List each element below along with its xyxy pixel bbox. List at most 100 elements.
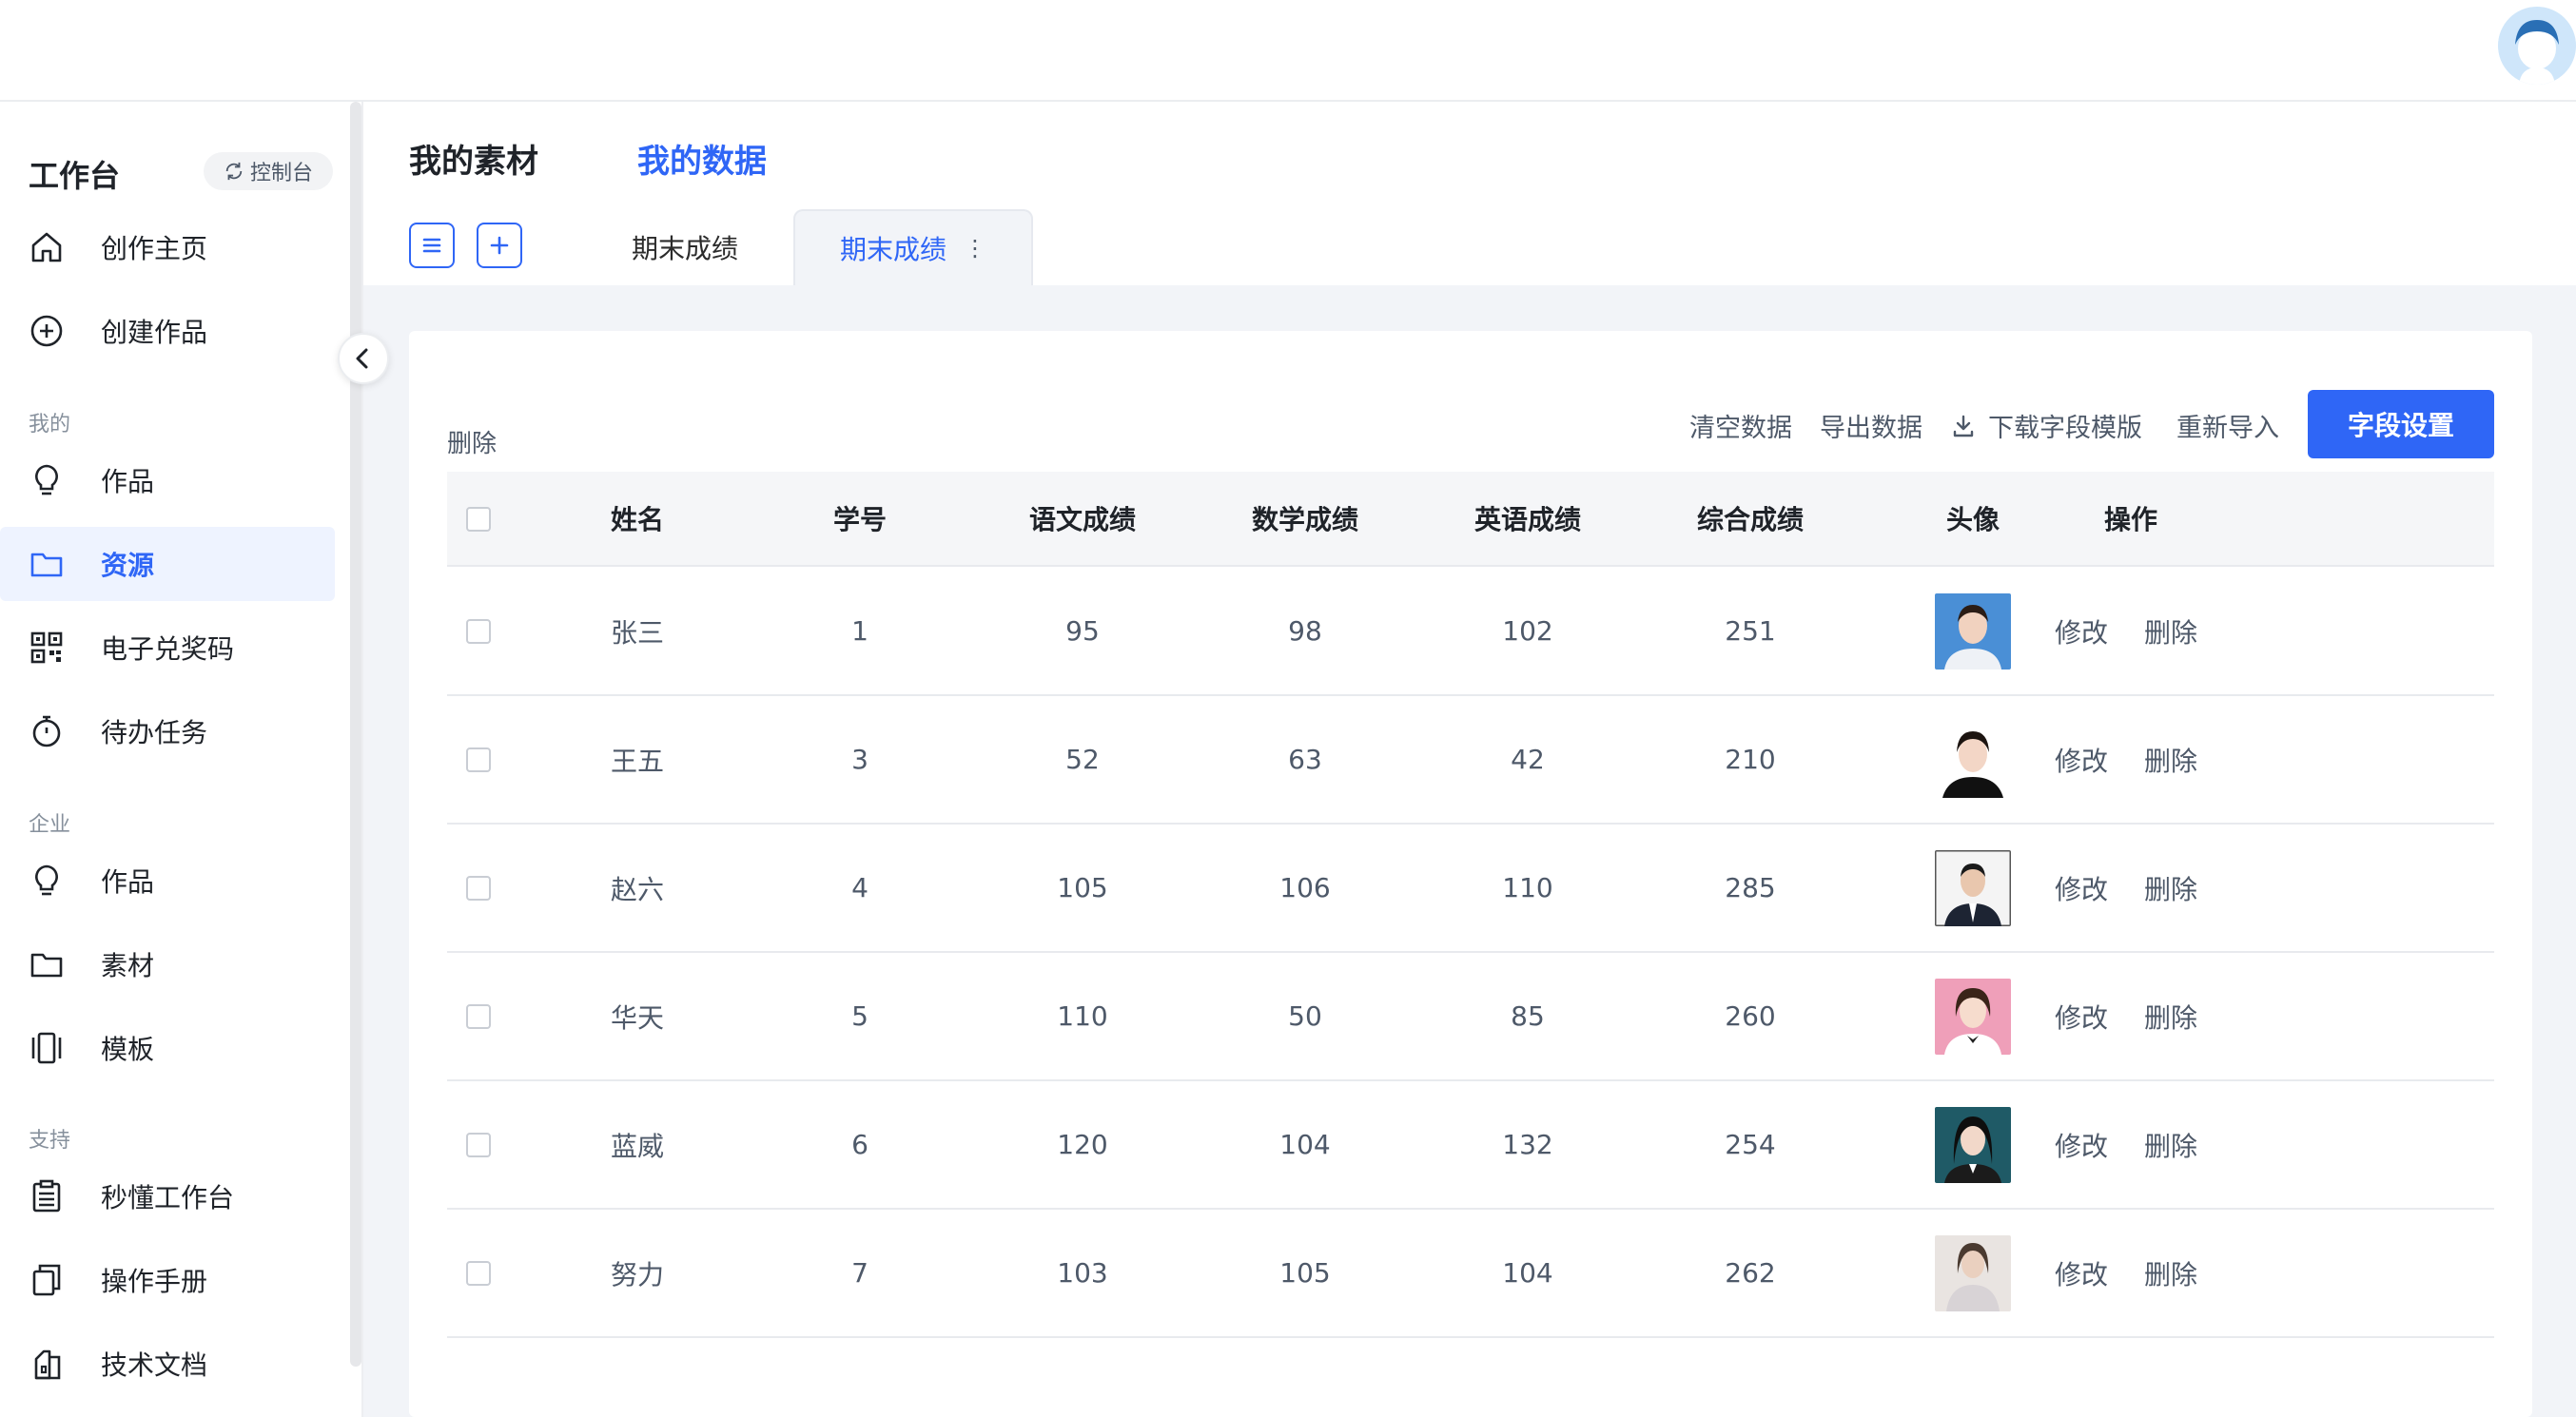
cell-name: 蓝威 bbox=[610, 1130, 664, 1162]
reimport-link[interactable]: 重新导入 bbox=[2176, 407, 2279, 444]
chevron-left-icon bbox=[356, 348, 368, 369]
export-data-link[interactable]: 导出数据 bbox=[1820, 407, 1922, 444]
cell-avatar bbox=[1906, 953, 2039, 1079]
user-avatar[interactable] bbox=[2498, 7, 2576, 85]
clear-data-link[interactable]: 清空数据 bbox=[1689, 407, 1792, 444]
edit-link[interactable]: 修改 bbox=[2055, 998, 2108, 1036]
cell-english: 132 bbox=[1502, 1129, 1553, 1160]
sidebar-item-label: 作品 bbox=[101, 866, 155, 898]
tab-my-materials[interactable]: 我的素材 bbox=[409, 135, 538, 182]
sidebar-item-materials[interactable]: 素材 bbox=[0, 927, 335, 1001]
student-photo[interactable] bbox=[1935, 721, 2011, 798]
download-template-link[interactable]: 下载字段模版 bbox=[1950, 407, 2142, 444]
cell-student-id: 1 bbox=[851, 615, 868, 647]
add-sheet-button[interactable] bbox=[477, 223, 522, 268]
reimport-label: 重新导入 bbox=[2176, 414, 2279, 443]
cell-total: 260 bbox=[1725, 1000, 1776, 1032]
sidebar-item-label: 电子兑奖码 bbox=[101, 633, 235, 665]
clear-data-label: 清空数据 bbox=[1689, 414, 1792, 443]
student-photo[interactable] bbox=[1935, 978, 2011, 1055]
student-photo[interactable] bbox=[1935, 849, 2011, 926]
cell-english: 104 bbox=[1502, 1257, 1553, 1289]
sidebar-item-redeem-code[interactable]: 电子兑奖码 bbox=[0, 611, 335, 685]
download-icon bbox=[1953, 415, 1974, 437]
collapse-sidebar-button[interactable] bbox=[338, 333, 389, 384]
table-row: 蓝威 6 120 104 132 254 修改 删除 bbox=[447, 1081, 2494, 1210]
cell-total: 251 bbox=[1725, 615, 1776, 647]
student-photo[interactable] bbox=[1935, 592, 2011, 670]
cell-chinese: 103 bbox=[1057, 1257, 1108, 1289]
cell-total: 285 bbox=[1725, 872, 1776, 903]
cell-student-id: 5 bbox=[851, 1000, 868, 1032]
sidebar-item-tech-docs[interactable]: 技术文档 bbox=[0, 1327, 335, 1401]
sidebar-scrollbar[interactable] bbox=[350, 102, 361, 1367]
cell-chinese: 52 bbox=[1065, 744, 1100, 775]
cell-student-id: 7 bbox=[851, 1257, 868, 1289]
sidebar-item-quick-guide[interactable]: 秒懂工作台 bbox=[0, 1159, 335, 1233]
delete-link[interactable]: 删除 bbox=[2144, 1254, 2197, 1292]
list-icon bbox=[422, 238, 441, 253]
cell-avatar bbox=[1906, 1081, 2039, 1208]
row-checkbox[interactable] bbox=[466, 619, 491, 644]
student-photo[interactable] bbox=[1935, 1234, 2011, 1311]
edit-link[interactable]: 修改 bbox=[2055, 741, 2108, 779]
sidebar-item-enterprise-works[interactable]: 作品 bbox=[0, 844, 335, 918]
sheet-tab-final-scores-1[interactable]: 期末成绩 bbox=[571, 209, 799, 285]
more-vertical-icon[interactable]: ⋮ bbox=[964, 235, 986, 262]
sidebar-item-create-home[interactable]: 创作主页 bbox=[0, 210, 335, 284]
column-header-chinese: 语文成绩 bbox=[1028, 504, 1136, 535]
row-checkbox[interactable] bbox=[466, 1261, 491, 1286]
column-header-math: 数学成绩 bbox=[1251, 504, 1358, 535]
section-label-mine: 我的 bbox=[29, 413, 71, 437]
cell-total: 262 bbox=[1725, 1257, 1776, 1289]
delete-link[interactable]: 删除 bbox=[2144, 869, 2197, 907]
row-checkbox[interactable] bbox=[466, 747, 491, 772]
cell-english: 110 bbox=[1502, 872, 1553, 903]
sidebar-item-label: 作品 bbox=[101, 466, 155, 497]
sidebar-item-label: 创作主页 bbox=[101, 233, 208, 264]
batch-delete-link[interactable]: 删除 bbox=[447, 424, 497, 459]
cell-name: 张三 bbox=[610, 616, 664, 649]
document-icon bbox=[29, 1346, 65, 1382]
cell-chinese: 95 bbox=[1065, 615, 1100, 647]
column-header-total: 综合成绩 bbox=[1696, 504, 1804, 535]
cell-math: 63 bbox=[1288, 744, 1322, 775]
row-checkbox[interactable] bbox=[466, 876, 491, 901]
sidebar-item-my-works[interactable]: 作品 bbox=[0, 443, 335, 517]
cell-english: 85 bbox=[1511, 1000, 1545, 1032]
delete-link[interactable]: 删除 bbox=[2144, 612, 2197, 650]
column-header-english: 英语成绩 bbox=[1473, 504, 1581, 535]
cell-total: 254 bbox=[1725, 1129, 1776, 1160]
field-settings-button[interactable]: 字段设置 bbox=[2308, 390, 2494, 458]
tab-my-data[interactable]: 我的数据 bbox=[637, 135, 767, 182]
sidebar-item-templates[interactable]: 模板 bbox=[0, 1011, 335, 1085]
sidebar-item-manual[interactable]: 操作手册 bbox=[0, 1243, 335, 1317]
cell-total: 210 bbox=[1725, 744, 1776, 775]
download-template-label: 下载字段模版 bbox=[1988, 414, 2142, 443]
delete-link[interactable]: 删除 bbox=[2144, 1126, 2197, 1164]
table-row: 华天 5 110 50 85 260 修改 删除 bbox=[447, 953, 2494, 1081]
cell-math: 106 bbox=[1279, 872, 1331, 903]
edit-link[interactable]: 修改 bbox=[2055, 612, 2108, 650]
edit-link[interactable]: 修改 bbox=[2055, 869, 2108, 907]
console-button[interactable]: 控制台 bbox=[204, 152, 333, 190]
sidebar-item-todo[interactable]: 待办任务 bbox=[0, 694, 335, 768]
delete-link[interactable]: 删除 bbox=[2144, 741, 2197, 779]
cell-name: 王五 bbox=[610, 745, 664, 777]
plus-circle-icon bbox=[29, 313, 65, 349]
row-checkbox[interactable] bbox=[466, 1004, 491, 1029]
folder-icon bbox=[29, 546, 65, 582]
sheet-list-button[interactable] bbox=[409, 223, 455, 268]
sidebar-item-label: 创建作品 bbox=[101, 317, 208, 348]
sidebar-item-create-work[interactable]: 创建作品 bbox=[0, 294, 335, 368]
select-all-checkbox[interactable] bbox=[466, 507, 491, 532]
sheet-tab-final-scores-2[interactable]: 期末成绩 ⋮ bbox=[793, 209, 1033, 285]
delete-link[interactable]: 删除 bbox=[2144, 998, 2197, 1036]
sidebar-item-resources[interactable]: 资源 bbox=[0, 527, 335, 601]
student-photo[interactable] bbox=[1935, 1106, 2011, 1183]
sidebar-item-label: 模板 bbox=[101, 1034, 155, 1065]
cell-actions: 修改 删除 bbox=[2055, 953, 2283, 1079]
edit-link[interactable]: 修改 bbox=[2055, 1126, 2108, 1164]
edit-link[interactable]: 修改 bbox=[2055, 1254, 2108, 1292]
row-checkbox[interactable] bbox=[466, 1133, 491, 1157]
